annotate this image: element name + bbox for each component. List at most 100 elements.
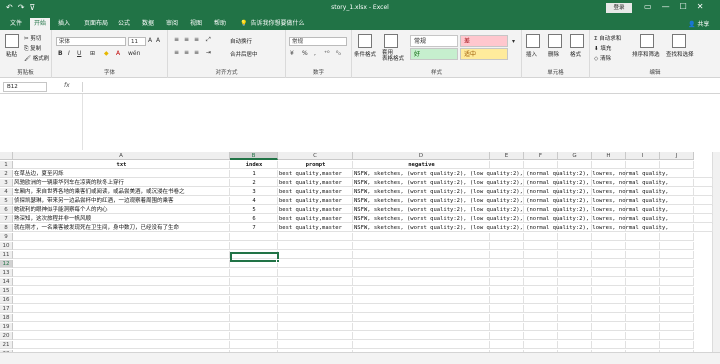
conditional-format-icon[interactable] [358,34,372,48]
index-cell[interactable]: 7 [230,224,278,232]
grid-cell[interactable] [490,332,524,340]
grid-cell[interactable] [592,332,626,340]
grid-cell[interactable] [660,305,694,313]
grid-cell[interactable] [13,233,230,241]
grid-cell[interactable] [626,314,660,322]
find-select-button[interactable]: 查找和选择 [666,50,694,58]
tab-home[interactable]: 开始 [30,18,51,30]
tab-help[interactable]: 帮助 [210,18,230,30]
column-header[interactable]: I [626,152,660,160]
grid-cell[interactable] [524,278,558,286]
grid-cell[interactable] [278,278,353,286]
negative-cell[interactable]: NSFW, sketches, (worst quality:2), (low … [353,215,713,223]
prompt-cell[interactable]: best quality,master [278,224,353,232]
wrap-text-button[interactable]: 自动换行 [230,37,252,45]
text-cell[interactable]: 她锐利的眼神似乎能洞察每个人的内心 [13,206,230,214]
grid-cell[interactable] [353,323,490,331]
grid-cell[interactable] [592,260,626,268]
style-good[interactable]: 好 [410,48,458,60]
grid-cell[interactable] [592,296,626,304]
header-cell[interactable]: index [230,161,278,169]
table-format-icon[interactable] [384,34,398,48]
index-cell[interactable]: 5 [230,206,278,214]
text-cell[interactable]: 车厢内，来自世界各地的乘客们或阅读，或品尝美酒，或沉浸在书卷之 [13,188,230,196]
row-header[interactable]: 14 [0,278,13,286]
text-cell[interactable]: 在草丛边，夏至闪烁 [13,170,230,178]
sort-filter-button[interactable]: 排序和筛选 [632,50,660,58]
grid-cell[interactable] [626,251,660,259]
grid-cell[interactable] [558,305,592,313]
maximize-icon[interactable]: ☐ [680,2,687,11]
grid-cell[interactable] [353,332,490,340]
grid-cell[interactable] [353,251,490,259]
tell-me-box[interactable]: 💡 告诉我你想要做什么 [236,18,309,30]
grid-cell[interactable] [626,260,660,268]
grid-cell[interactable] [230,242,278,250]
grid-cell[interactable] [592,287,626,295]
index-cell[interactable]: 3 [230,188,278,196]
align-left-icon[interactable]: ≡ [174,49,179,56]
grid-cell[interactable] [558,242,592,250]
tab-view[interactable]: 视图 [186,18,206,30]
index-cell[interactable]: 4 [230,197,278,205]
styles-scroll-icon[interactable]: ▾ [512,38,515,45]
grid-cell[interactable] [278,323,353,331]
row-header[interactable]: 1 [0,161,13,169]
login-button[interactable]: 登录 [606,3,632,13]
underline-icon[interactable]: U [77,50,81,57]
row-header[interactable]: 4 [0,188,13,196]
fill-handle[interactable] [276,259,280,263]
row-header[interactable]: 20 [0,332,13,340]
grid-cell[interactable] [490,242,524,250]
grid-cell[interactable] [353,260,490,268]
grid-cell[interactable] [353,341,490,349]
percent-button[interactable]: % [302,50,308,57]
column-header[interactable]: E [490,152,524,160]
vertical-scrollbar[interactable] [712,152,720,352]
grid-cell[interactable] [13,323,230,331]
grid-cell[interactable] [278,260,353,268]
column-header[interactable]: H [592,152,626,160]
grid-cell[interactable] [490,269,524,277]
column-header[interactable]: G [558,152,592,160]
grid-cell[interactable] [278,242,353,250]
grid-cell[interactable] [558,161,592,169]
grid-cell[interactable] [278,251,353,259]
grid-cell[interactable] [13,332,230,340]
formula-bar-expanded[interactable] [82,94,714,150]
insert-cells-button[interactable]: 插入 [526,50,537,58]
grid-cell[interactable] [626,233,660,241]
grid-cell[interactable] [13,287,230,295]
shrink-font-icon[interactable]: A [156,37,160,44]
grid-cell[interactable] [592,233,626,241]
align-right-icon[interactable]: ≡ [194,49,199,56]
prompt-cell[interactable]: best quality,master [278,197,353,205]
grid-cell[interactable] [524,332,558,340]
grid-cell[interactable] [353,296,490,304]
grid-cell[interactable] [626,323,660,331]
grid-cell[interactable] [660,278,694,286]
row-header[interactable]: 13 [0,269,13,277]
row-header[interactable]: 6 [0,206,13,214]
row-header[interactable]: 21 [0,341,13,349]
grid-cell[interactable] [660,323,694,331]
grid-cell[interactable] [626,161,660,169]
phonetic-icon[interactable]: wén [128,50,140,57]
grid-cell[interactable] [626,242,660,250]
delete-cells-icon[interactable] [548,34,562,48]
grid-cell[interactable] [524,296,558,304]
grid-cell[interactable] [278,269,353,277]
sort-filter-icon[interactable] [640,34,654,48]
grid-cell[interactable] [490,161,524,169]
paste-icon[interactable] [5,34,19,48]
grid-cell[interactable] [626,296,660,304]
style-neutral[interactable]: 适中 [460,48,508,60]
grid-cell[interactable] [13,314,230,322]
column-header[interactable]: D [353,152,490,160]
row-header[interactable]: 9 [0,233,13,241]
grid-cell[interactable] [353,242,490,250]
grid-cell[interactable] [278,296,353,304]
formula-input[interactable] [82,82,714,92]
grid-cell[interactable] [13,341,230,349]
header-cell[interactable]: txt [13,161,230,169]
